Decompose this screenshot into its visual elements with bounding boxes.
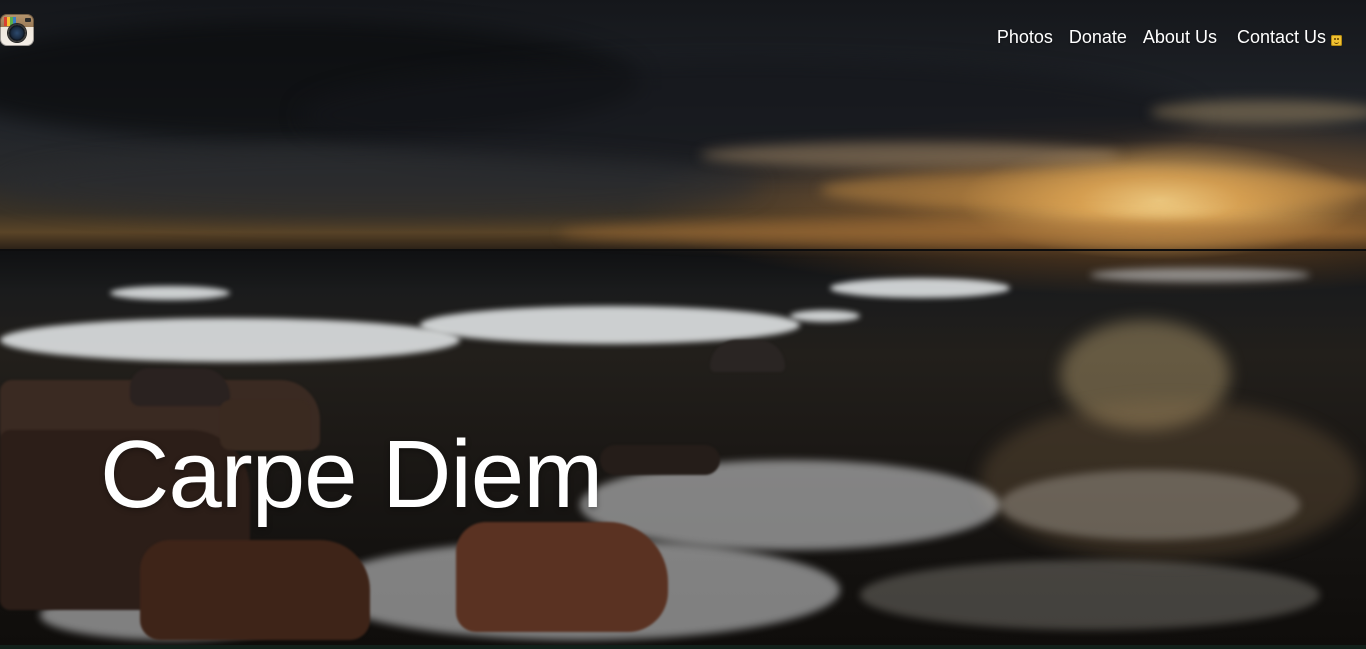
rock-shape	[600, 445, 720, 475]
rock-shape	[130, 368, 230, 406]
wave-crest	[830, 278, 1010, 298]
nav-link-photos[interactable]: Photos	[997, 26, 1053, 48]
instagram-camera-icon[interactable]	[0, 14, 34, 46]
nav-link-about-us[interactable]: About Us	[1143, 26, 1217, 48]
wave-crest	[420, 306, 800, 344]
cloud-light-edge	[560, 220, 1366, 246]
rock-shape	[456, 522, 668, 632]
rock-shape	[140, 540, 370, 640]
logo-lens	[8, 24, 26, 42]
nav-link-donate[interactable]: Donate	[1069, 26, 1127, 48]
water-foam	[1000, 470, 1300, 540]
nav-item-contact: Contact Us	[1217, 26, 1342, 48]
main-nav: Photos Donate About Us Contact Us	[981, 26, 1342, 48]
cloud-light-edge	[1150, 100, 1366, 124]
horizon-line	[0, 249, 1366, 251]
emoji-mouth	[1334, 41, 1339, 44]
rock-shape	[710, 340, 785, 372]
water-foam	[1090, 268, 1310, 282]
wave-crest	[790, 310, 860, 322]
cloud-light-edge	[820, 170, 1366, 210]
wave-crest	[110, 286, 230, 300]
wave-crest	[0, 318, 460, 362]
water-foam	[860, 560, 1320, 630]
logo-viewfinder	[25, 18, 31, 22]
nav-link-contact-us[interactable]: Contact Us	[1237, 26, 1326, 48]
cloud-light-edge	[700, 142, 1120, 168]
page-bottom-edge	[0, 645, 1366, 649]
hero-background-photo	[0, 0, 1366, 645]
hero-headline: Carpe Diem	[100, 421, 603, 528]
smiley-emoji-icon	[1331, 34, 1342, 46]
cloud-shape	[0, 150, 760, 220]
